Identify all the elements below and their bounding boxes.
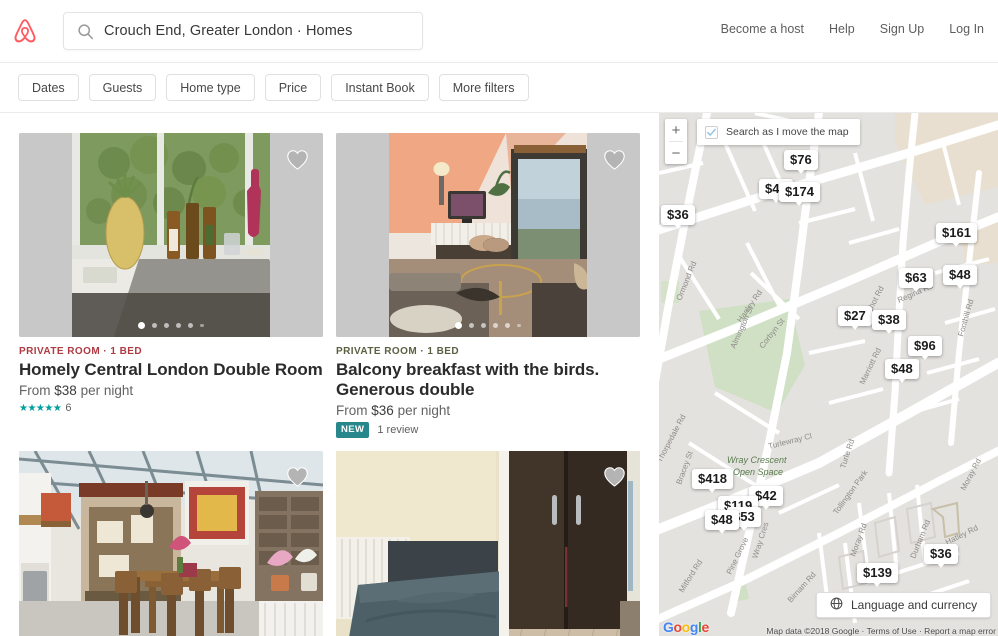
price-marker[interactable]: $174	[779, 182, 820, 206]
price-suffix: per night	[397, 403, 451, 419]
listing-category: PRIVATE ROOM · 1 BED	[336, 346, 460, 357]
photo-letterbox-left	[336, 133, 389, 337]
carousel-dot[interactable]	[469, 323, 475, 328]
zoom-out-button[interactable]: −	[665, 142, 687, 164]
search-as-i-move-the-map-toggle[interactable]: Search as I move the map	[697, 119, 860, 145]
review-count: 6	[65, 402, 72, 415]
price-marker[interactable]: $161	[936, 223, 977, 247]
filter-guests[interactable]: Guests	[88, 74, 157, 101]
filter-dates[interactable]: Dates	[18, 74, 79, 101]
carousel-dot[interactable]	[138, 322, 146, 329]
listing-card[interactable]	[336, 450, 640, 636]
filter-home-type[interactable]: Home type	[166, 74, 255, 101]
carousel-dot[interactable]	[517, 323, 521, 328]
price-marker[interactable]: $48	[705, 510, 739, 534]
carousel-dot[interactable]	[505, 323, 511, 328]
listing-price: From $36 per night	[336, 403, 640, 418]
listing-photo[interactable]	[336, 133, 640, 337]
price-marker[interactable]: $48	[943, 265, 977, 289]
nav-sign-up[interactable]: Sign Up	[880, 22, 924, 36]
heart-icon[interactable]	[602, 147, 626, 171]
price-prefix: From	[19, 383, 51, 399]
listing-card[interactable]	[19, 450, 323, 636]
heart-icon[interactable]	[285, 147, 309, 171]
airbnb-search-page: Crouch End, Greater London · Homes Becom…	[0, 0, 998, 636]
map-zoom-controls: + −	[665, 119, 687, 164]
price-prefix: From	[336, 403, 368, 419]
heart-icon[interactable]	[285, 465, 309, 489]
filter-more-filters[interactable]: More filters	[438, 74, 529, 101]
carousel-dot[interactable]	[200, 323, 204, 328]
price-marker[interactable]: $63	[899, 268, 933, 292]
filter-price[interactable]: Price	[264, 74, 322, 101]
nav-help[interactable]: Help	[829, 22, 855, 36]
airbnb-logo-icon[interactable]	[10, 15, 40, 47]
listing-category: PRIVATE ROOM · 1 BED	[19, 346, 143, 357]
price-marker[interactable]: $96	[908, 336, 942, 360]
photo-carousel-dots[interactable]	[336, 322, 640, 329]
listing-rating: NEW 1 review	[336, 422, 640, 438]
listing-card[interactable]: PRIVATE ROOM · 1 BED Balcony breakfast w…	[336, 133, 640, 438]
globe-icon	[830, 597, 843, 613]
price-marker[interactable]: $36	[661, 205, 695, 229]
google-logo: Google	[663, 619, 709, 635]
price-amount: $38	[54, 383, 77, 399]
listing-meta: PRIVATE ROOM · 1 BED Balcony breakfast w…	[336, 337, 640, 438]
listing-grid: PRIVATE ROOM · 1 BED Homely Central Lond…	[0, 113, 659, 636]
search-as-i-move-label: Search as I move the map	[726, 126, 849, 138]
photo-carousel-dots[interactable]	[19, 322, 323, 329]
price-marker[interactable]: $38	[872, 310, 906, 334]
search-bar[interactable]: Crouch End, Greater London · Homes	[63, 12, 423, 50]
search-icon	[77, 23, 94, 40]
price-amount: $36	[371, 403, 394, 419]
filter-instant-book[interactable]: Instant Book	[331, 74, 429, 101]
price-marker[interactable]: $48	[885, 359, 919, 383]
search-input[interactable]: Crouch End, Greater London · Homes	[104, 23, 352, 39]
listing-title[interactable]: Balcony breakfast with the birds. Genero…	[336, 360, 640, 400]
price-marker[interactable]: $139	[857, 563, 898, 587]
carousel-dot[interactable]	[481, 323, 487, 328]
price-marker[interactable]: $36	[924, 544, 958, 568]
photo-image-bedroom-wardrobe	[336, 450, 640, 636]
site-header: Crouch End, Greater London · Homes Becom…	[0, 0, 998, 63]
header-nav: Become a host Help Sign Up Log In	[721, 22, 984, 36]
listing-price: From $38 per night	[19, 383, 323, 398]
listing-rating: ★★★★★ 6	[19, 402, 323, 414]
status-badge: NEW	[336, 422, 370, 438]
review-count: 1 review	[377, 423, 419, 436]
park-label: Wray Crescent	[727, 455, 787, 465]
filter-bar: Dates Guests Home type Price Instant Boo…	[0, 63, 998, 113]
listing-photo[interactable]	[19, 450, 323, 636]
heart-icon[interactable]	[602, 465, 626, 489]
price-marker[interactable]: $76	[784, 150, 818, 174]
listing-photo[interactable]	[336, 450, 640, 636]
zoom-in-button[interactable]: +	[665, 119, 687, 141]
price-suffix: per night	[80, 383, 134, 399]
listing-card[interactable]: PRIVATE ROOM · 1 BED Homely Central Lond…	[19, 133, 323, 438]
carousel-dot[interactable]	[493, 323, 499, 328]
carousel-dot[interactable]	[455, 322, 463, 329]
nav-become-a-host[interactable]: Become a host	[721, 22, 804, 36]
map-panel[interactable]: Ormond Rd Hanley Rd Corbyn St Almington …	[659, 113, 998, 636]
price-marker[interactable]: $27	[838, 306, 872, 330]
language-and-currency-label: Language and currency	[851, 598, 978, 612]
price-marker[interactable]: $418	[692, 469, 733, 493]
photo-letterbox-left	[19, 133, 72, 337]
park-label: Open Space	[733, 467, 783, 477]
map-attribution: Map data ©2018 Google · Terms of Use · R…	[766, 626, 996, 636]
carousel-dot[interactable]	[152, 323, 158, 328]
listing-meta: PRIVATE ROOM · 1 BED Homely Central Lond…	[19, 337, 323, 414]
listing-photo[interactable]	[19, 133, 323, 337]
nav-log-in[interactable]: Log In	[949, 22, 984, 36]
listing-title[interactable]: Homely Central London Double Room	[19, 360, 323, 380]
checkbox-checked-icon[interactable]	[705, 125, 718, 139]
results-panel: PRIVATE ROOM · 1 BED Homely Central Lond…	[0, 113, 659, 636]
carousel-dot[interactable]	[188, 323, 194, 328]
star-rating-icon: ★★★★★	[19, 402, 62, 414]
carousel-dot[interactable]	[164, 323, 170, 328]
language-and-currency-button[interactable]: Language and currency	[816, 592, 992, 618]
photo-image-conservatory-dining	[19, 450, 323, 636]
carousel-dot[interactable]	[176, 323, 182, 328]
